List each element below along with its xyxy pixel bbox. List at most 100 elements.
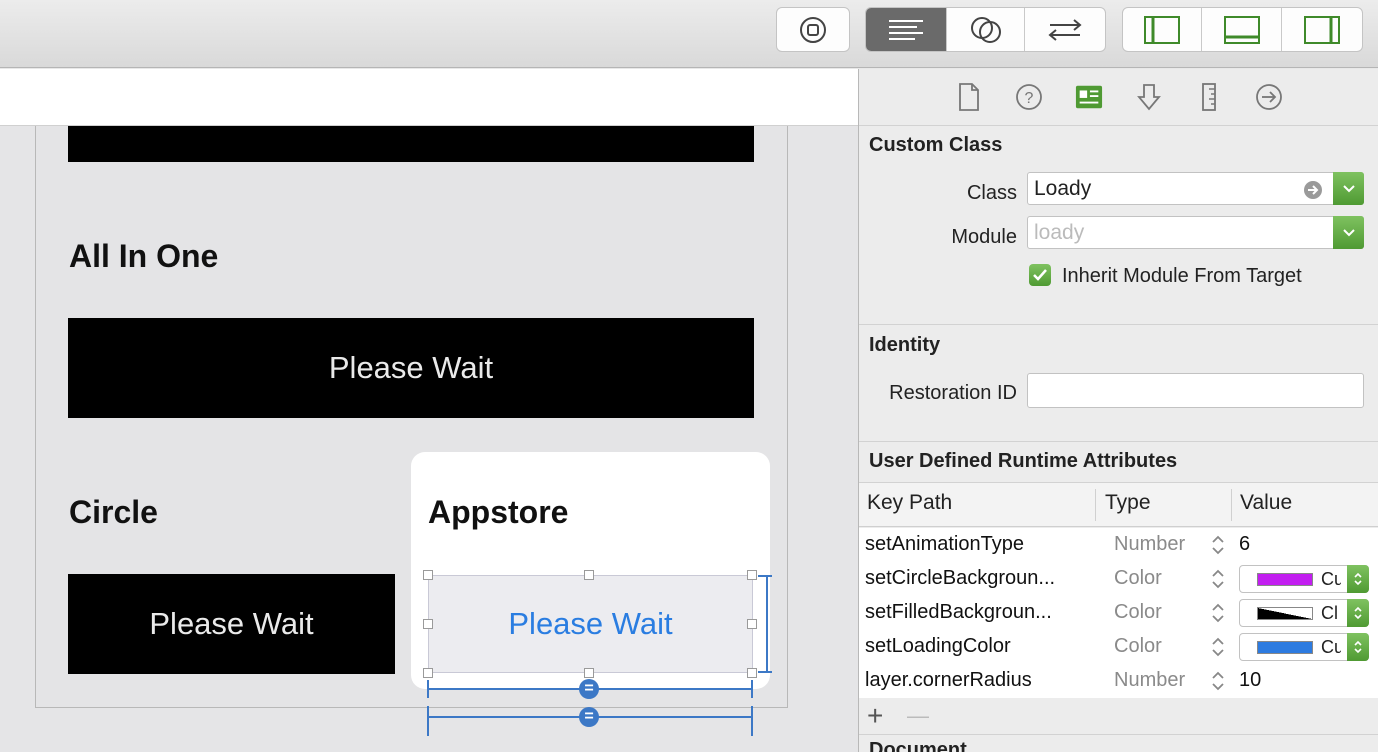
type-stepper-icon[interactable] (1210, 668, 1226, 694)
runtime-attributes-table: setAnimationType Number 6 setCircleBackg… (859, 528, 1378, 698)
stop-button[interactable] (776, 7, 850, 52)
section-heading-all-in-one: All In One (69, 238, 219, 274)
stop-icon (800, 16, 826, 43)
assistant-editor-button[interactable] (947, 8, 1025, 51)
height-constraint-cap (758, 671, 772, 673)
equal-width-constraint-icon[interactable]: = (579, 679, 599, 699)
equal-width-constraint-icon[interactable]: = (579, 707, 599, 727)
column-header-value[interactable]: Value (1240, 491, 1292, 515)
inherit-module-checkbox[interactable] (1029, 264, 1051, 286)
svg-text:?: ? (1025, 90, 1034, 107)
color-swatch (1257, 641, 1313, 654)
resize-handle[interactable] (584, 668, 594, 678)
type-stepper-icon[interactable] (1210, 566, 1226, 592)
table-row[interactable]: setCircleBackgroun... Color Cu (859, 562, 1378, 596)
section-heading-circle: Circle (69, 494, 158, 530)
restoration-id-field[interactable] (1027, 373, 1364, 408)
resize-handle[interactable] (423, 570, 433, 580)
table-row[interactable]: setLoadingColor Color Cu (859, 630, 1378, 664)
attributes-icon (1137, 84, 1161, 111)
remove-attribute-button[interactable]: — (907, 702, 929, 730)
height-constraint-cap (758, 575, 772, 577)
key-path-cell[interactable]: layer.cornerRadius (865, 669, 1091, 692)
button-label: Please Wait (508, 606, 673, 641)
inspector-toggle-button[interactable] (1282, 8, 1362, 51)
type-cell[interactable]: Number (1114, 669, 1185, 692)
connections-inspector-tab[interactable] (1255, 83, 1283, 111)
color-dropdown-button[interactable] (1347, 599, 1369, 627)
resize-handle[interactable] (747, 619, 757, 629)
stepper-icon (1354, 606, 1362, 620)
type-cell[interactable]: Color (1114, 635, 1162, 658)
go-to-arrow-icon[interactable] (1303, 180, 1323, 200)
restoration-id-label: Restoration ID (889, 382, 1017, 404)
type-cell[interactable]: Color (1114, 601, 1162, 624)
resize-handle[interactable] (747, 570, 757, 580)
debug-area-toggle-button[interactable] (1202, 8, 1282, 51)
panel-toggle-group (1122, 7, 1363, 52)
module-combo-box[interactable]: loady (1027, 216, 1364, 249)
color-well[interactable]: Cl (1239, 599, 1369, 627)
help-icon: ? (1016, 84, 1042, 110)
key-path-cell[interactable]: setCircleBackgroun... (865, 567, 1091, 590)
circle-loady-button[interactable]: Please Wait (68, 574, 395, 674)
type-stepper-icon[interactable] (1210, 532, 1226, 558)
size-inspector-tab[interactable] (1195, 83, 1223, 111)
resize-handle[interactable] (423, 619, 433, 629)
all-in-one-loady-button[interactable]: Please Wait (68, 318, 754, 418)
type-cell[interactable]: Color (1114, 567, 1162, 590)
editor-mode-group (865, 7, 1106, 52)
height-constraint-line[interactable] (766, 575, 768, 673)
value-cell[interactable]: 10 (1239, 669, 1261, 692)
class-combo-box[interactable]: Loady (1027, 172, 1364, 205)
class-value: Loady (1034, 176, 1092, 200)
file-icon (959, 83, 979, 111)
key-path-cell[interactable]: setAnimationType (865, 533, 1091, 556)
debug-area-toggle-icon (1223, 15, 1260, 44)
size-icon (1202, 83, 1216, 111)
standard-editor-button[interactable] (866, 8, 948, 51)
top-loady-button[interactable] (68, 126, 754, 162)
key-path-cell[interactable]: setFilledBackgroun... (865, 601, 1091, 624)
column-separator (1095, 489, 1096, 521)
constraint-cap (427, 706, 429, 736)
attributes-inspector-tab[interactable] (1135, 83, 1163, 111)
type-stepper-icon[interactable] (1210, 634, 1226, 660)
table-row[interactable]: setAnimationType Number 6 (859, 528, 1378, 562)
inspector-toggle-icon (1303, 15, 1340, 44)
appstore-loady-button-selected[interactable]: Please Wait (428, 575, 753, 673)
standard-editor-icon (889, 19, 924, 40)
value-cell[interactable]: 6 (1239, 533, 1250, 556)
type-cell[interactable]: Number (1114, 533, 1185, 556)
type-stepper-icon[interactable] (1210, 600, 1226, 626)
color-name: Cu (1321, 569, 1341, 589)
resize-handle[interactable] (747, 668, 757, 678)
add-attribute-button[interactable]: + (867, 702, 883, 730)
identity-inspector-tab[interactable] (1075, 83, 1103, 111)
class-dropdown-button[interactable] (1333, 172, 1364, 205)
column-header-key-path[interactable]: Key Path (867, 491, 952, 515)
color-dropdown-button[interactable] (1347, 633, 1369, 661)
color-dropdown-button[interactable] (1347, 565, 1369, 593)
file-inspector-tab[interactable] (955, 83, 983, 111)
identity-title: Identity (869, 334, 941, 356)
constraint-cap (751, 706, 753, 736)
document-title: Document (869, 739, 967, 752)
navigator-toggle-button[interactable] (1123, 8, 1203, 51)
key-path-cell[interactable]: setLoadingColor (865, 635, 1091, 658)
constraint-cap (751, 680, 753, 698)
resize-handle[interactable] (423, 668, 433, 678)
section-heading-appstore: Appstore (428, 494, 569, 530)
color-well[interactable]: Cu (1239, 565, 1369, 593)
resize-handle[interactable] (584, 570, 594, 580)
button-label: Please Wait (328, 350, 494, 385)
table-row[interactable]: setFilledBackgroun... Color Cl (859, 596, 1378, 630)
help-inspector-tab[interactable]: ? (1015, 83, 1043, 111)
color-swatch (1257, 573, 1313, 586)
version-editor-button[interactable] (1025, 8, 1105, 51)
table-row[interactable]: layer.cornerRadius Number 10 (859, 664, 1378, 698)
checkmark-icon (1033, 269, 1047, 281)
column-header-type[interactable]: Type (1105, 491, 1151, 515)
module-dropdown-button[interactable] (1333, 216, 1364, 249)
color-well[interactable]: Cu (1239, 633, 1369, 661)
